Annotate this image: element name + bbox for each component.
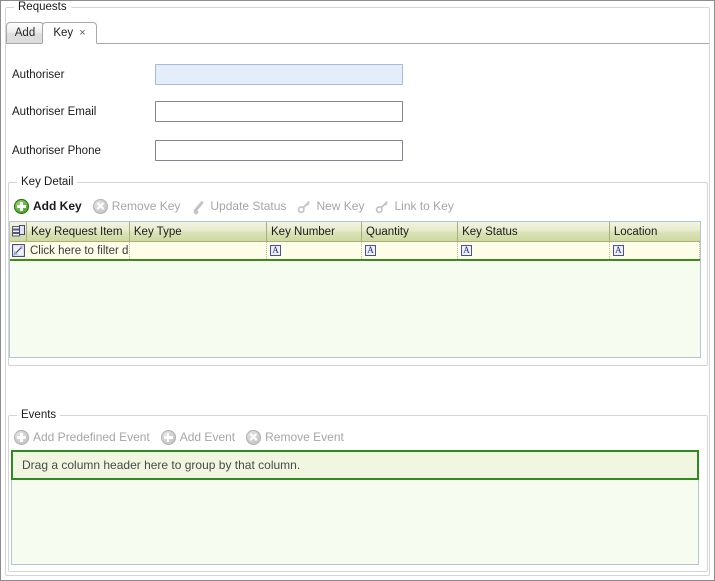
link-to-key-button[interactable]: Link to Key	[375, 196, 454, 216]
add-key-button[interactable]: Add Key	[14, 196, 82, 216]
authoriser-phone-input[interactable]	[155, 140, 403, 161]
column-header-key-type[interactable]: Key Type	[130, 222, 267, 241]
column-header-label: Key Number	[271, 225, 335, 238]
column-header-quantity[interactable]: Quantity	[362, 222, 459, 241]
remove-event-button[interactable]: Remove Event	[246, 427, 344, 447]
link-to-key-label: Link to Key	[394, 198, 454, 213]
key-icon	[297, 199, 312, 214]
add-predefined-event-label: Add Predefined Event	[33, 429, 150, 444]
column-header-key-status[interactable]: Key Status	[458, 222, 610, 241]
pencil-icon	[191, 199, 206, 214]
filter-cell-key-request-item[interactable]: Click here to filter data...	[27, 242, 130, 259]
key-grid-header-row: Key Request Item Key Type Key Number Qua…	[10, 222, 700, 242]
filter-builder-button[interactable]	[10, 242, 27, 259]
key-grid-filter-row: Click here to filter data... A A A A	[10, 242, 700, 261]
column-chooser-button[interactable]	[10, 222, 27, 241]
update-status-button[interactable]: Update Status	[191, 196, 286, 216]
filter-row-hint: Click here to filter data...	[30, 244, 129, 257]
requests-group-label: Requests	[14, 1, 71, 13]
group-by-panel-hint: Drag a column header here to group by th…	[22, 458, 301, 472]
key-link-icon	[375, 199, 390, 214]
events-group-label: Events	[17, 409, 61, 421]
column-header-label: Key Type	[133, 225, 182, 238]
plus-circle-icon	[14, 198, 29, 214]
filter-cell-key-type[interactable]	[130, 242, 267, 259]
filter-cell-quantity[interactable]: A	[362, 242, 459, 259]
update-status-label: Update Status	[210, 198, 287, 213]
new-key-button[interactable]: New Key	[297, 196, 364, 216]
filter-glyph-icon[interactable]: A	[365, 245, 377, 256]
column-header-key-request-item[interactable]: Key Request Item	[27, 222, 130, 241]
remove-key-label: Remove Key	[111, 198, 181, 213]
filter-glyph-icon[interactable]: A	[270, 245, 281, 256]
key-detail-grid: Key Request Item Key Type Key Number Qua…	[9, 221, 701, 358]
events-grid-body[interactable]	[11, 480, 699, 565]
authoriser-email-input[interactable]	[155, 101, 403, 122]
tab-add-label: Add	[14, 27, 36, 39]
authoriser-email-label: Authoriser Email	[12, 106, 97, 118]
authoriser-label: Authoriser	[12, 69, 65, 81]
column-header-label: Quantity	[366, 225, 409, 238]
column-header-location[interactable]: Location	[610, 222, 700, 241]
column-chooser-icon	[11, 225, 25, 238]
group-by-panel[interactable]: Drag a column header here to group by th…	[11, 450, 699, 480]
key-grid-body[interactable]	[10, 261, 700, 355]
authoriser-phone-label: Authoriser Phone	[12, 145, 101, 157]
key-detail-group-label: Key Detail	[17, 176, 78, 188]
filter-cell-location[interactable]: A	[610, 242, 700, 259]
column-header-label: Key Status	[462, 225, 518, 238]
new-key-label: New Key	[316, 198, 365, 213]
add-event-button[interactable]: Add Event	[160, 427, 236, 447]
tab-key[interactable]: Key ×	[42, 22, 97, 44]
remove-key-button[interactable]: Remove Key	[92, 196, 181, 216]
events-toolbar: Add Predefined Event Add Event Remove Ev…	[14, 427, 355, 447]
plus-circle-icon	[160, 429, 176, 445]
column-header-label: Location	[613, 225, 658, 238]
column-header-label: Key Request Item	[31, 225, 123, 238]
tab-strip: Add Key ×	[6, 22, 709, 44]
add-predefined-event-button[interactable]: Add Predefined Event	[14, 427, 150, 447]
add-key-label: Add Key	[33, 198, 82, 213]
remove-circle-icon	[246, 429, 262, 445]
remove-event-label: Remove Event	[265, 429, 344, 444]
authoriser-input[interactable]	[155, 64, 403, 85]
key-detail-toolbar: Add Key Remove Key Update Status New Key	[14, 196, 465, 216]
application-window: Requests Add Key × Authoriser Authoriser…	[0, 0, 715, 581]
add-event-label: Add Event	[179, 429, 236, 444]
filter-cell-key-number[interactable]: A	[267, 242, 363, 259]
filter-glyph-icon[interactable]: A	[612, 245, 624, 256]
tab-key-label: Key	[53, 27, 74, 39]
tab-strip-baseline	[6, 43, 709, 44]
plus-circle-icon	[14, 429, 29, 445]
remove-circle-icon	[92, 198, 108, 214]
filter-builder-icon	[12, 244, 25, 257]
filter-cell-key-status[interactable]: A	[458, 242, 610, 259]
tab-key-close-icon[interactable]: ×	[79, 27, 85, 39]
column-header-key-number[interactable]: Key Number	[267, 222, 363, 241]
filter-glyph-icon[interactable]: A	[461, 245, 473, 256]
tab-add[interactable]: Add	[6, 22, 44, 43]
